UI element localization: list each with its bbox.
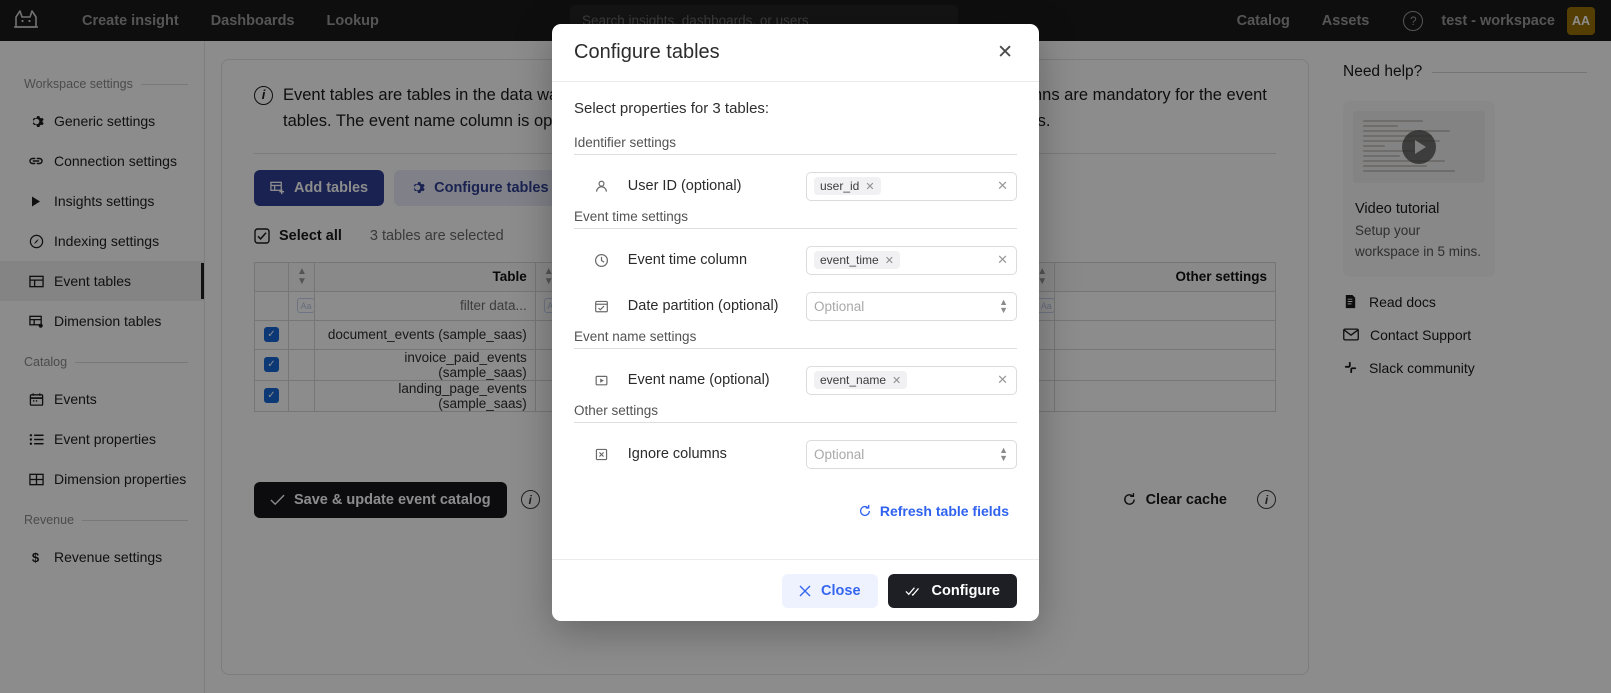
chip-remove-icon[interactable]: ✕ [865, 180, 874, 193]
clear-field-icon[interactable]: ✕ [997, 252, 1008, 268]
dialog-close-button[interactable]: Close [782, 574, 878, 608]
dialog-title: Configure tables [574, 41, 720, 64]
app-root: Create insight Dashboards Lookup Search … [0, 0, 1611, 693]
chip-event-time[interactable]: event_time ✕ [814, 251, 900, 269]
ignore-columns-select[interactable]: Optional ▲▼ [806, 440, 1017, 469]
x-box-icon [594, 447, 616, 462]
chip-label: event_time [820, 253, 879, 267]
dialog-lead-text: Select properties for 3 tables: [574, 100, 1017, 117]
section-label: Event name settings [574, 329, 696, 344]
field-row-date-partition: Date partition (optional) Optional ▲▼ [574, 283, 1017, 329]
refresh-table-fields-link[interactable]: Refresh table fields [880, 503, 1009, 519]
section-label: Event time settings [574, 209, 688, 224]
field-label: Ignore columns [628, 446, 806, 462]
chip-label: event_name [820, 373, 886, 387]
section-header-identifier-settings: Identifier settings [574, 135, 1017, 150]
person-icon [594, 179, 616, 194]
clear-field-icon[interactable]: ✕ [997, 372, 1008, 388]
field-row-event-time-column: Event time column event_time ✕ ✕ [574, 237, 1017, 283]
configure-tables-dialog: Configure tables ✕ Select properties for… [552, 24, 1039, 621]
clear-field-icon[interactable]: ✕ [997, 178, 1008, 194]
user-id-select[interactable]: user_id ✕ ✕ [806, 172, 1017, 201]
event-name-select[interactable]: event_name ✕ ✕ [806, 366, 1017, 395]
refresh-icon[interactable] [858, 504, 872, 518]
dialog-body: Select properties for 3 tables: Identifi… [552, 82, 1039, 559]
section-header-other-settings: Other settings [574, 403, 1017, 418]
chip-event-name[interactable]: event_name ✕ [814, 371, 907, 389]
refresh-table-fields-row: Refresh table fields [574, 503, 1017, 519]
event-time-column-select[interactable]: event_time ✕ ✕ [806, 246, 1017, 275]
field-label: Date partition (optional) [628, 298, 806, 314]
calendar-check-icon [594, 299, 616, 314]
play-box-icon [594, 373, 616, 388]
divider [574, 228, 1017, 229]
section-label: Identifier settings [574, 135, 676, 150]
ignore-columns-placeholder: Optional [814, 447, 864, 462]
chip-label: user_id [820, 179, 859, 193]
section-label: Other settings [574, 403, 658, 418]
configure-button-label: Configure [932, 583, 1000, 599]
dialog-configure-button[interactable]: Configure [888, 574, 1017, 608]
section-header-event-time-settings: Event time settings [574, 209, 1017, 224]
chip-remove-icon[interactable]: ✕ [885, 254, 894, 267]
field-label: Event name (optional) [628, 372, 806, 388]
section-header-event-name-settings: Event name settings [574, 329, 1017, 344]
close-icon[interactable]: ✕ [993, 39, 1017, 66]
dialog-header: Configure tables ✕ [552, 24, 1039, 82]
field-row-ignore-columns: Ignore columns Optional ▲▼ [574, 431, 1017, 477]
field-row-event-name: Event name (optional) event_name ✕ ✕ [574, 357, 1017, 403]
double-check-icon [905, 585, 922, 597]
stepper-icon[interactable]: ▲▼ [999, 446, 1008, 462]
dialog-footer: Close Configure [552, 559, 1039, 621]
stepper-icon[interactable]: ▲▼ [999, 298, 1008, 314]
chip-remove-icon[interactable]: ✕ [892, 374, 901, 387]
close-button-label: Close [821, 583, 861, 599]
divider [574, 348, 1017, 349]
date-partition-placeholder: Optional [814, 299, 864, 314]
date-partition-select[interactable]: Optional ▲▼ [806, 292, 1017, 321]
chip-user-id[interactable]: user_id ✕ [814, 177, 881, 195]
divider [574, 154, 1017, 155]
field-label: User ID (optional) [628, 178, 806, 194]
clock-icon [594, 253, 616, 268]
divider [574, 422, 1017, 423]
field-label: Event time column [628, 252, 806, 268]
field-row-user-id: User ID (optional) user_id ✕ ✕ [574, 163, 1017, 209]
close-icon [799, 585, 811, 597]
